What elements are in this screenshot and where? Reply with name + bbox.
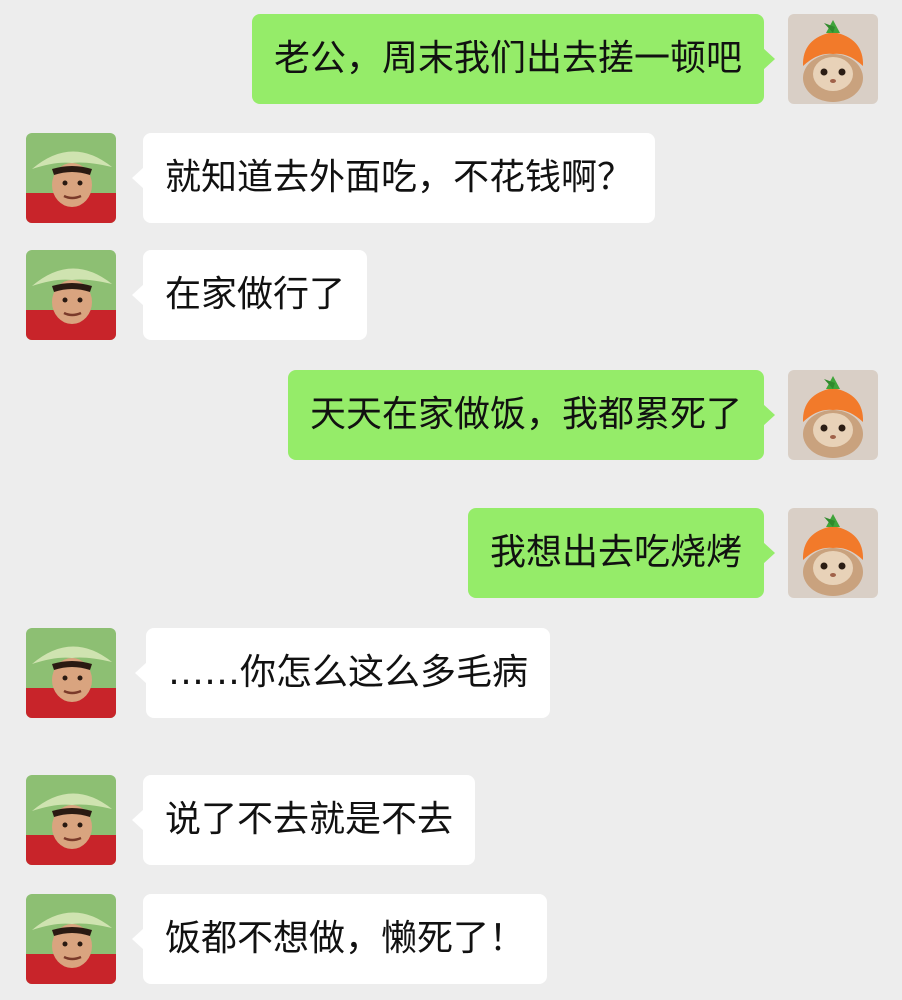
message-text: ……你怎么这么多毛病 xyxy=(168,652,529,693)
message-bubble-incoming[interactable]: 说了不去就是不去 xyxy=(131,775,476,865)
message-text: 在家做行了 xyxy=(165,274,346,315)
message-bubble-incoming[interactable]: 饭都不想做，懒死了！ xyxy=(131,894,548,984)
man-avatar-icon[interactable] xyxy=(26,250,116,340)
message-text: 说了不去就是不去 xyxy=(165,799,454,840)
message-text: 饭都不想做，懒死了！ xyxy=(165,918,526,959)
message-bubble-incoming[interactable]: 在家做行了 xyxy=(131,250,368,340)
message-text: 老公，周末我们出去搓一顿吧 xyxy=(273,38,742,79)
message-bubble-outgoing[interactable]: 我想出去吃烧烤 xyxy=(467,508,776,598)
message-bubble-outgoing[interactable]: 天天在家做饭，我都累死了 xyxy=(287,370,776,460)
message-text: 就知道去外面吃，不花钱啊？ xyxy=(165,157,634,198)
message-text: 我想出去吃烧烤 xyxy=(489,532,742,573)
message-bubble-incoming[interactable]: 就知道去外面吃，不花钱啊？ xyxy=(131,133,656,223)
man-avatar-icon[interactable] xyxy=(26,775,116,865)
man-avatar-icon[interactable] xyxy=(26,628,116,718)
message-bubble-incoming[interactable]: ……你怎么这么多毛病 xyxy=(134,628,551,718)
man-avatar-icon[interactable] xyxy=(26,133,116,223)
rabbit-avatar-icon[interactable] xyxy=(788,370,878,460)
message-bubble-outgoing[interactable]: 老公，周末我们出去搓一顿吧 xyxy=(251,14,776,104)
rabbit-avatar-icon[interactable] xyxy=(788,14,878,104)
message-text: 天天在家做饭，我都累死了 xyxy=(309,394,742,435)
man-avatar-icon[interactable] xyxy=(26,894,116,984)
chat-window: 老公，周末我们出去搓一顿吧 就知道去外面吃，不花钱啊？ 在家做行了 天天在家做饭… xyxy=(0,0,902,1000)
rabbit-avatar-icon[interactable] xyxy=(788,508,878,598)
